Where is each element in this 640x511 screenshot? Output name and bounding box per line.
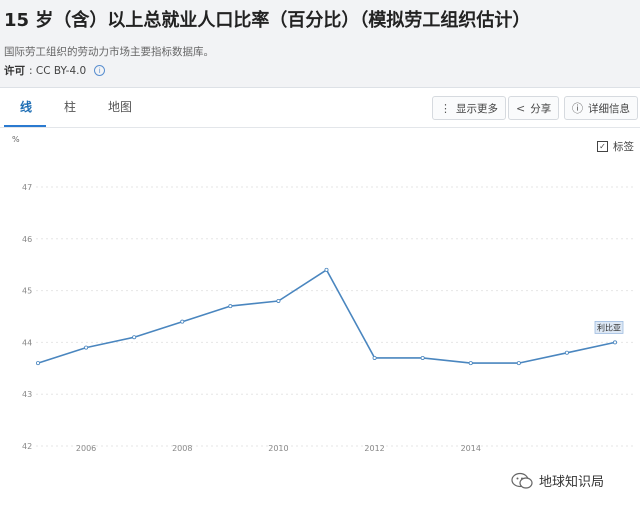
tab-line[interactable]: 线 xyxy=(20,98,32,115)
y-tick-label-45: 45 xyxy=(22,287,32,296)
x-tick-label-2006: 2006 xyxy=(76,444,96,453)
y-tick-label-46: 46 xyxy=(22,235,32,244)
data-point-2008 xyxy=(180,319,185,324)
tab-map[interactable]: 地图 xyxy=(108,98,132,115)
chart-card: 线 柱 地图 ⋮ 显示更多 < 分享 ⓘ 详细信息 ✓ 标签 % 42 43 44 45… xyxy=(0,87,640,511)
share-label: 分享 xyxy=(530,102,552,115)
data-point-2010 xyxy=(276,298,281,303)
series-label-libya: 利比亚 xyxy=(597,322,621,332)
x-tick-label-2014: 2014 xyxy=(461,444,481,453)
data-point-2007 xyxy=(132,335,137,340)
page-subtitle: 国际劳工组织的劳动力市场主要指标数据库。 xyxy=(4,46,214,58)
y-tick-label-43: 43 xyxy=(22,390,32,399)
wechat-icon xyxy=(511,472,533,489)
chart-tabs: 线 柱 地图 xyxy=(0,88,200,128)
details-button[interactable]: ⓘ 详细信息 xyxy=(564,96,638,120)
x-tick-label-2012: 2012 xyxy=(364,444,384,453)
x-tick-label-2010: 2010 xyxy=(268,444,288,453)
line-chart: % 42 43 44 45 46 47 2006 2008 2010 2012 2014 利比亚 xyxy=(12,135,636,453)
data-point-2011 xyxy=(324,267,329,272)
license-line: 许可 : CC BY-4.0 i xyxy=(4,63,106,78)
share-button[interactable]: < 分享 xyxy=(508,96,560,120)
details-label: 详细信息 xyxy=(588,102,630,115)
page-title: 15 岁（含）以上总就业人口比率（百分比）（模拟劳工组织估计） xyxy=(4,10,531,31)
data-point-2016 xyxy=(564,350,569,355)
data-point-2014 xyxy=(468,361,473,366)
data-point-2013 xyxy=(420,355,425,360)
data-point-2009 xyxy=(228,304,233,309)
data-point-2012 xyxy=(372,355,377,360)
series-line-libya xyxy=(37,269,616,364)
data-point-2015 xyxy=(516,361,521,366)
x-tick-label-2008: 2008 xyxy=(172,444,192,453)
show-more-label: 显示更多 xyxy=(456,102,498,115)
watermark: 地球知识局 xyxy=(511,471,604,490)
info-circle-icon: ⓘ xyxy=(572,102,583,115)
show-more-button[interactable]: ⋮ 显示更多 xyxy=(432,96,506,120)
y-axis-unit-label: % xyxy=(12,135,20,144)
license-label: 许可 xyxy=(4,65,25,77)
license-value: : CC BY-4.0 xyxy=(29,64,87,77)
data-point-2006 xyxy=(84,345,89,350)
share-icon: < xyxy=(516,101,526,115)
y-tick-label-44: 44 xyxy=(22,338,32,347)
data-point-2017 xyxy=(613,340,618,345)
more-vertical-icon: ⋮ xyxy=(440,101,451,115)
y-tick-label-42: 42 xyxy=(22,442,32,451)
watermark-text: 地球知识局 xyxy=(539,475,605,490)
tab-bar[interactable]: 柱 xyxy=(64,98,76,115)
info-icon[interactable]: i xyxy=(94,65,106,76)
data-point-2005 xyxy=(36,361,41,366)
y-tick-label-47: 47 xyxy=(22,183,32,192)
